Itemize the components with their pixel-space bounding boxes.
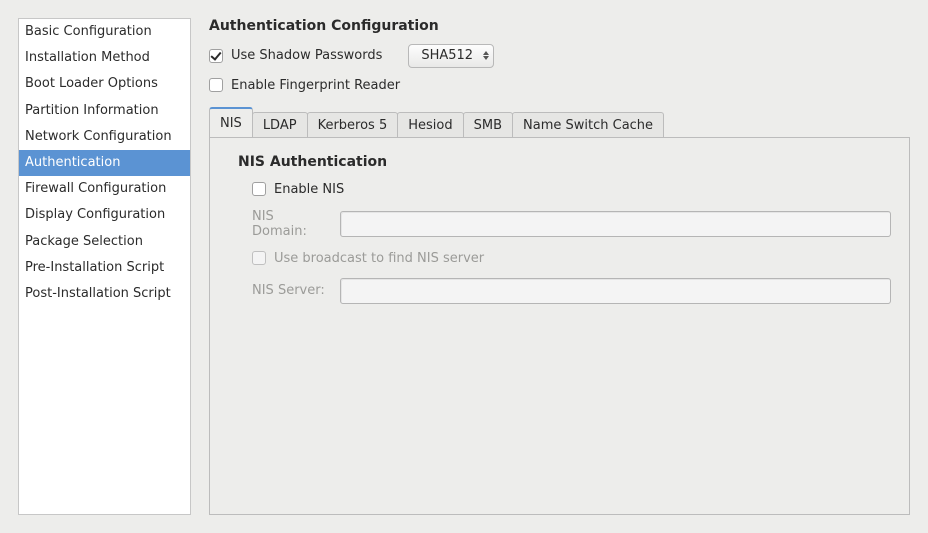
tab-page-nis: NIS Authentication Enable NIS NIS Domain… [209, 137, 910, 515]
sidebar-item-basic-configuration[interactable]: Basic Configuration [19, 19, 190, 45]
main-panel: Authentication Configuration Use Shadow … [209, 18, 910, 515]
nis-server-label: NIS Server: [252, 283, 332, 298]
tab-nis[interactable]: NIS [209, 107, 253, 137]
sidebar: Basic Configuration Installation Method … [18, 18, 191, 515]
hash-algorithm-value: SHA512 [421, 48, 473, 64]
sidebar-item-authentication[interactable]: Authentication [19, 150, 190, 176]
sidebar-item-installation-method[interactable]: Installation Method [19, 45, 190, 71]
sidebar-item-pre-installation-script[interactable]: Pre-Installation Script [19, 255, 190, 281]
sidebar-item-partition-information[interactable]: Partition Information [19, 98, 190, 124]
nis-server-input[interactable] [340, 278, 891, 304]
nis-broadcast-label: Use broadcast to find NIS server [274, 251, 484, 266]
auth-tab-bar: NIS LDAP Kerberos 5 Hesiod SMB Name Swit… [209, 107, 910, 137]
tab-kerberos[interactable]: Kerberos 5 [307, 112, 399, 138]
shadow-passwords-checkbox[interactable] [209, 49, 223, 63]
sidebar-item-firewall-configuration[interactable]: Firewall Configuration [19, 176, 190, 202]
sidebar-item-display-configuration[interactable]: Display Configuration [19, 202, 190, 228]
tab-name-switch-cache[interactable]: Name Switch Cache [512, 112, 664, 138]
fingerprint-reader-label: Enable Fingerprint Reader [231, 78, 400, 93]
tab-hesiod[interactable]: Hesiod [397, 112, 463, 138]
combo-spinner-icon [483, 51, 489, 60]
nis-section-title: NIS Authentication [238, 154, 891, 170]
sidebar-item-boot-loader-options[interactable]: Boot Loader Options [19, 71, 190, 97]
enable-nis-label: Enable NIS [274, 182, 344, 197]
hash-algorithm-combo[interactable]: SHA512 [408, 44, 494, 68]
sidebar-item-package-selection[interactable]: Package Selection [19, 229, 190, 255]
nis-broadcast-checkbox[interactable] [252, 251, 266, 265]
nis-domain-label: NIS Domain: [252, 209, 332, 239]
tab-ldap[interactable]: LDAP [252, 112, 308, 138]
enable-nis-checkbox[interactable] [252, 182, 266, 196]
page-title: Authentication Configuration [209, 18, 910, 34]
sidebar-item-post-installation-script[interactable]: Post-Installation Script [19, 281, 190, 307]
tab-smb[interactable]: SMB [463, 112, 513, 138]
shadow-passwords-label: Use Shadow Passwords [231, 48, 382, 63]
fingerprint-reader-checkbox[interactable] [209, 78, 223, 92]
nis-domain-input[interactable] [340, 211, 891, 237]
sidebar-item-network-configuration[interactable]: Network Configuration [19, 124, 190, 150]
